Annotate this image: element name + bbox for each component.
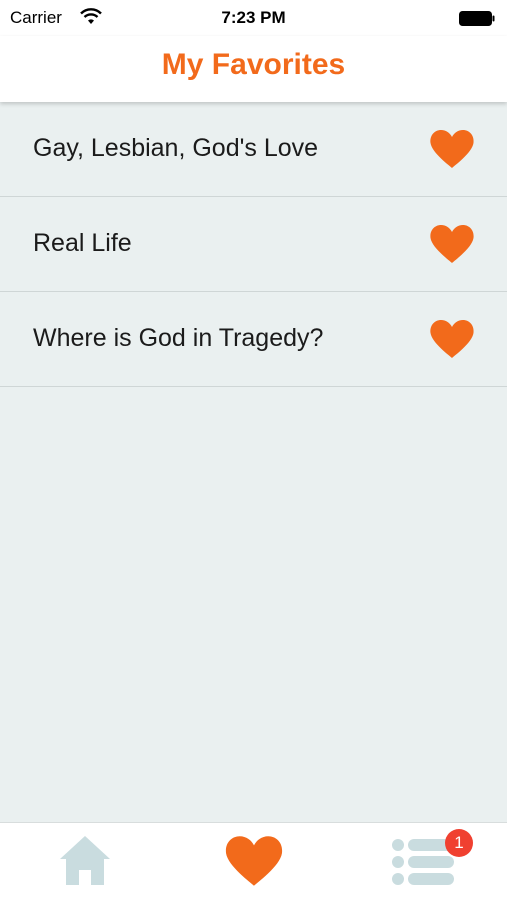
house-icon xyxy=(60,836,110,885)
heart-icon[interactable] xyxy=(429,319,475,359)
tab-bar: 1 xyxy=(0,822,507,900)
favorite-item-label: Gay, Lesbian, God's Love xyxy=(33,134,319,162)
tab-home[interactable] xyxy=(0,823,169,900)
heart-icon[interactable] xyxy=(429,129,475,169)
tab-list[interactable]: 1 xyxy=(338,823,507,900)
notification-badge: 1 xyxy=(445,829,473,857)
tab-favorites[interactable] xyxy=(169,823,338,900)
navigation-bar: My Favorites xyxy=(0,36,507,102)
status-bar: Carrier 7:23 PM xyxy=(0,0,507,36)
favorite-item-label: Real Life xyxy=(33,229,132,257)
heart-icon[interactable] xyxy=(429,224,475,264)
favorite-item[interactable]: Gay, Lesbian, God's Love xyxy=(0,102,507,197)
heart-icon xyxy=(225,836,283,886)
battery-icon xyxy=(459,11,495,26)
favorite-item-label: Where is God in Tragedy? xyxy=(33,324,324,352)
favorite-item[interactable]: Real Life xyxy=(0,197,507,292)
status-time: 7:23 PM xyxy=(221,8,286,27)
favorite-item[interactable]: Where is God in Tragedy? xyxy=(0,292,507,387)
favorites-list: Gay, Lesbian, God's Love Real Life Where… xyxy=(0,102,507,387)
page-title: My Favorites xyxy=(161,48,346,81)
